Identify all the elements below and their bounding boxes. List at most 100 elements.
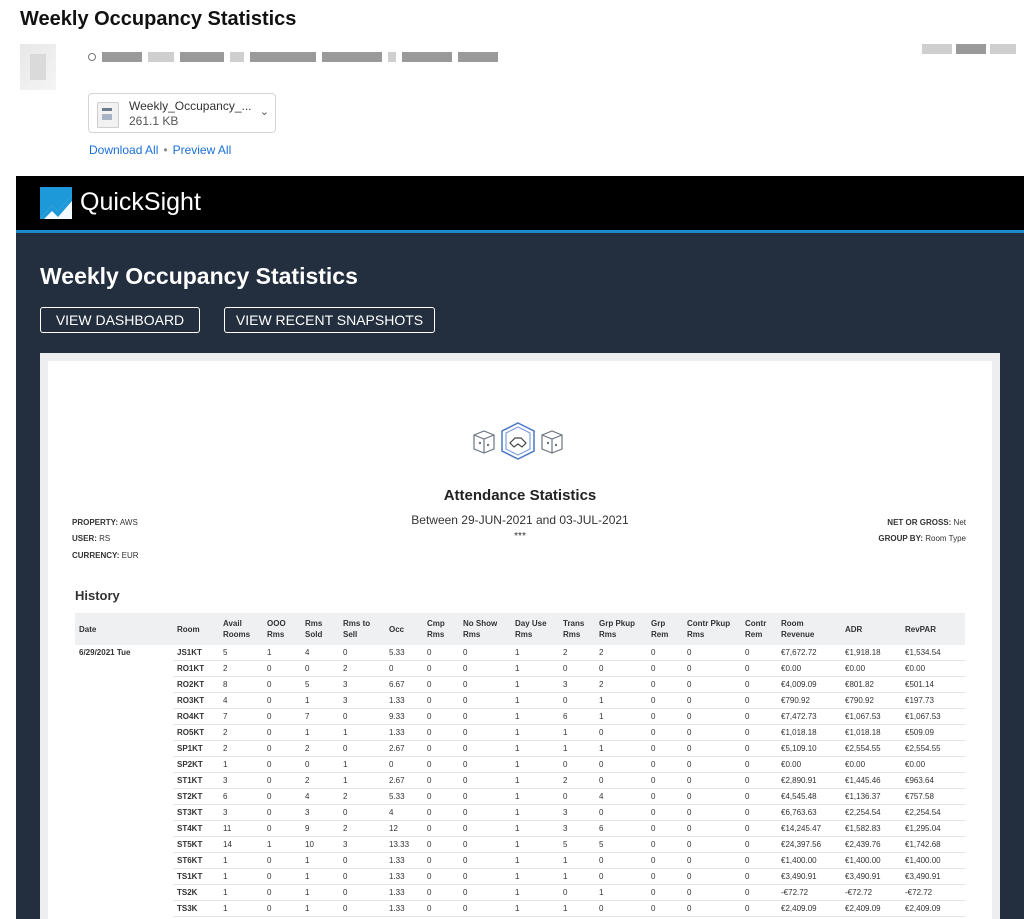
table-cell: 1 <box>595 692 647 709</box>
table-cell: 0 <box>647 836 683 853</box>
table-cell: 0 <box>339 900 385 917</box>
table-cell: 0 <box>459 660 511 677</box>
table-cell: 0 <box>263 708 301 725</box>
table-cell: 0 <box>459 740 511 757</box>
table-cell: 0 <box>263 756 301 773</box>
table-cell: 0 <box>263 820 301 837</box>
table-cell: 3 <box>219 804 263 821</box>
table-cell: 0 <box>647 820 683 837</box>
table-cell: 1 <box>219 900 263 917</box>
table-row: 6/29/2021 Tue JS1KT 5 1 4 0 5.33 0 0 1 2 2 0 0 0 €7,672… <box>75 645 965 661</box>
table-cell: 0 <box>459 804 511 821</box>
table-cell: €1,400.00 <box>841 852 901 869</box>
column-header: Rms to Sell <box>339 613 385 645</box>
table-cell: 0 <box>741 836 777 853</box>
table-cell: 4 <box>219 692 263 709</box>
table-cell: 0 <box>741 804 777 821</box>
redacted-text <box>230 52 244 62</box>
table-cell: €0.00 <box>901 660 965 677</box>
table-cell: 0 <box>559 660 595 677</box>
quicksight-logo-icon <box>40 187 72 219</box>
table-cell: 5 <box>219 645 263 661</box>
table-row: ST4KT 11 0 9 2 12 0 0 1 3 6 0 0 0 €14,245.47 €1,582.83 €… <box>75 820 965 837</box>
table-cell: 0 <box>647 804 683 821</box>
table-cell: 0 <box>741 708 777 725</box>
date-redacted <box>922 44 1016 54</box>
chevron-down-icon[interactable]: ⌄ <box>260 105 269 118</box>
table-cell: 3 <box>301 804 339 821</box>
table-cell: 1 <box>511 804 559 821</box>
table-cell: 0 <box>741 724 777 741</box>
table-cell: 0 <box>647 884 683 901</box>
table-cell: €790.92 <box>777 692 841 709</box>
table-cell: 1.33 <box>385 868 423 885</box>
table-cell: 0 <box>423 884 459 901</box>
table-cell: 0 <box>423 788 459 805</box>
view-recent-snapshots-button[interactable]: VIEW RECENT SNAPSHOTS <box>224 307 435 333</box>
table-cell: €0.00 <box>777 660 841 677</box>
room-cell: RO1KT <box>173 660 219 677</box>
table-cell: 1 <box>511 884 559 901</box>
column-header: Contr Pkup Rms <box>683 613 741 645</box>
redacted-text <box>102 52 142 62</box>
table-cell: 0 <box>339 804 385 821</box>
table-cell: 2 <box>219 724 263 741</box>
report-snapshot: Attendance Statistics Between 29-JUN-202… <box>48 361 992 919</box>
table-cell: 0 <box>647 676 683 693</box>
table-cell: 1 <box>559 852 595 869</box>
table-cell: €2,254.54 <box>841 804 901 821</box>
table-cell: 1 <box>559 868 595 885</box>
table-cell: €0.00 <box>901 756 965 773</box>
table-cell: 10 <box>301 836 339 853</box>
table-cell: 1 <box>595 884 647 901</box>
table-cell: €1,295.04 <box>901 820 965 837</box>
table-cell: €2,439.76 <box>841 836 901 853</box>
report-stars: *** <box>514 531 526 542</box>
attachment-size: 261.1 KB <box>129 114 179 128</box>
table-cell: 0 <box>459 645 511 661</box>
table-cell: -€72.72 <box>901 884 965 901</box>
table-row: ST5KT 14 1 10 3 13.33 0 0 1 5 5 0 0 0 €24,397.56 €2,439… <box>75 836 965 853</box>
table-cell: 0 <box>683 868 741 885</box>
view-dashboard-button[interactable]: VIEW DASHBOARD <box>40 307 200 333</box>
table-cell: €757.58 <box>901 788 965 805</box>
table-cell: 1 <box>559 900 595 917</box>
table-cell: 1 <box>219 884 263 901</box>
table-cell: 0 <box>741 740 777 757</box>
table-cell: €2,409.09 <box>777 900 841 917</box>
table-cell: 0 <box>559 884 595 901</box>
table-cell: 3 <box>559 804 595 821</box>
table-cell: 0 <box>459 852 511 869</box>
download-all-link[interactable]: Download All <box>89 143 158 157</box>
table-cell: 0 <box>647 772 683 789</box>
table-cell: 5.33 <box>385 788 423 805</box>
table-cell: 0 <box>423 852 459 869</box>
column-header: ADR <box>841 613 901 645</box>
table-cell: 3 <box>339 692 385 709</box>
table-cell: 1 <box>559 740 595 757</box>
attachment-links: Download All • Preview All <box>89 143 231 157</box>
table-cell: 7 <box>301 708 339 725</box>
column-header: No Show Rms <box>459 613 511 645</box>
table-cell: €1,400.00 <box>901 852 965 869</box>
preview-all-link[interactable]: Preview All <box>173 143 232 157</box>
table-cell: 0 <box>683 645 741 661</box>
column-header: Grp Pkup Rms <box>595 613 647 645</box>
table-cell: 1.33 <box>385 724 423 741</box>
quicksight-email-body: Weekly Occupancy Statistics VIEW DASHBOA… <box>16 233 1024 919</box>
table-cell: €963.64 <box>901 772 965 789</box>
column-header: Day Use Rms <box>511 613 559 645</box>
table-body: 6/29/2021 Tue JS1KT 5 1 4 0 5.33 0 0 1 2 2 0 0 0 €7,672… <box>75 645 965 917</box>
table-cell: 0 <box>459 900 511 917</box>
table-cell: 2 <box>595 645 647 661</box>
table-cell: 3 <box>559 820 595 837</box>
attachment-card[interactable]: Weekly_Occupancy_... 261.1 KB ⌄ <box>88 93 276 133</box>
table-row: RO5KT 2 0 1 1 1.33 0 0 1 1 0 0 0 0 €1,018.18 €1,018.18 €… <box>75 724 965 741</box>
column-header: Occ <box>385 613 423 645</box>
quicksight-brand: QuickSight <box>80 188 201 216</box>
table-cell: 1 <box>559 724 595 741</box>
table-cell: 0 <box>423 820 459 837</box>
meta-user: USER: RS <box>72 534 111 543</box>
table-cell: €2,254.54 <box>901 804 965 821</box>
table-cell: €1,582.83 <box>841 820 901 837</box>
